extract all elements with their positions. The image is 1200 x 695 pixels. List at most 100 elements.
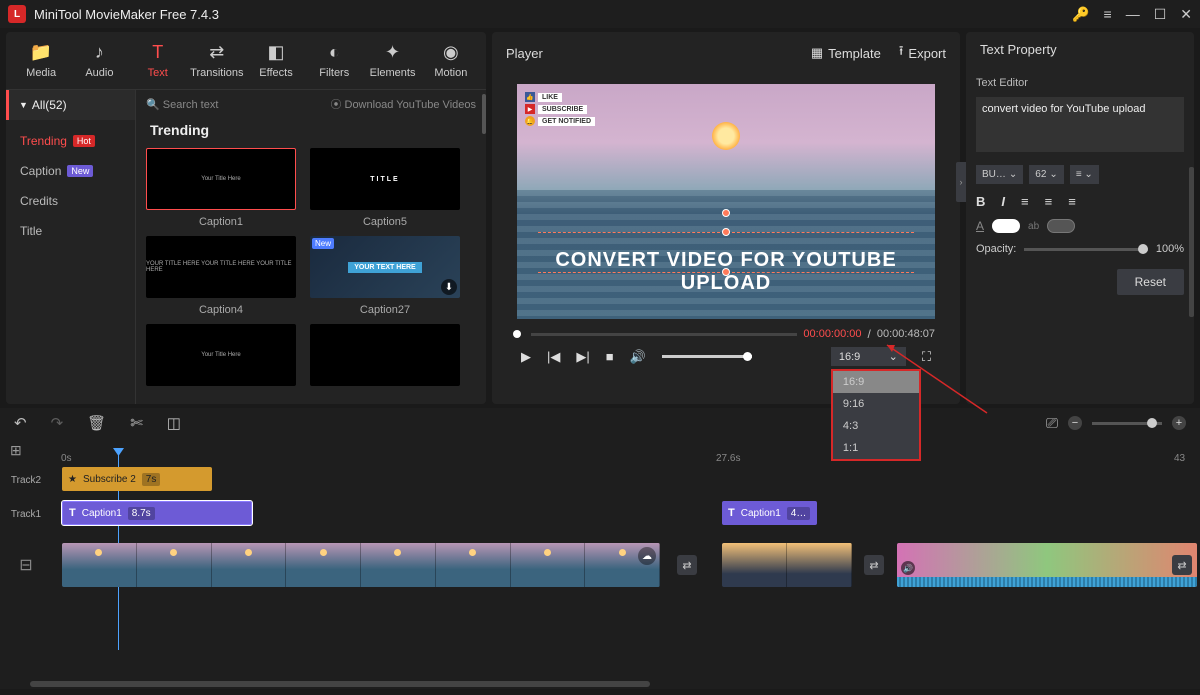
tab-media[interactable]: 📁Media <box>14 36 68 85</box>
template-extra1[interactable]: Your Title Here <box>146 324 296 386</box>
template-caption5[interactable]: TITLE Caption5 <box>310 148 460 228</box>
app-logo: L <box>8 5 26 23</box>
ratio-option-16-9[interactable]: 16:9 <box>833 371 919 393</box>
properties-panel: › Text Property Text Editor BU… ⌄ 62 ⌄ ≡… <box>966 32 1194 404</box>
zoom-in-button[interactable]: + <box>1172 416 1186 430</box>
font-size-select[interactable]: 62 ⌄ <box>1029 165 1064 184</box>
clip-subscribe[interactable]: ★Subscribe 27s <box>62 467 212 491</box>
category-all[interactable]: ▼All(52) <box>6 90 135 120</box>
highlight-toggle[interactable] <box>1047 219 1075 233</box>
next-button[interactable]: ▶| <box>576 349 589 365</box>
transition-button-1[interactable]: ⇄ <box>677 555 697 575</box>
crop-button[interactable]: ◫ <box>167 414 181 432</box>
transition-button-3[interactable]: ⇄ <box>1172 555 1192 575</box>
play-button[interactable]: ▶ <box>521 349 531 365</box>
download-icon[interactable]: ⬇ <box>441 279 457 295</box>
text-icon: T <box>152 42 163 63</box>
export-button[interactable]: ⭱Export <box>899 42 946 64</box>
category-title[interactable]: Title <box>6 216 135 246</box>
template-caption1[interactable]: Your Title Here Caption1 <box>146 148 296 228</box>
snap-button[interactable]: ⎚ <box>1046 415 1058 432</box>
ratio-option-1-1[interactable]: 1:1 <box>833 437 919 459</box>
panel-expand-tab[interactable]: › <box>956 162 966 202</box>
properties-title: Text Property <box>980 42 1057 57</box>
maximize-icon[interactable]: ☐ <box>1154 6 1167 23</box>
category-trending[interactable]: TrendingHot <box>6 126 135 156</box>
font-family-select[interactable]: BU… ⌄ <box>976 165 1023 184</box>
align-right-button[interactable]: ≡ <box>1068 194 1076 209</box>
ratio-option-4-3[interactable]: 4:3 <box>833 415 919 437</box>
template-button[interactable]: ▦Template <box>811 45 881 61</box>
template-caption4[interactable]: YOUR TITLE HERE YOUR TITLE HERE YOUR TIT… <box>146 236 296 316</box>
tab-motion[interactable]: ◉Motion <box>424 36 478 85</box>
tab-filters[interactable]: ◐Filters <box>307 36 361 85</box>
video-clip-2[interactable] <box>722 543 852 587</box>
line-spacing-select[interactable]: ≡ ⌄ <box>1070 165 1099 184</box>
scrubber-track[interactable] <box>531 333 797 336</box>
key-icon[interactable]: 🔑 <box>1072 6 1089 23</box>
clip-caption1-b[interactable]: TCaption14… <box>722 501 817 525</box>
timeline-panel: ↶ ↷ 🗑 ✄ ◫ ⎚ − + ⊞ 0s 27.6s 43 Track2 ★Su… <box>0 408 1200 689</box>
align-left-button[interactable]: ≡ <box>1021 194 1029 209</box>
aspect-ratio-select[interactable]: 16:9⌄ 16:9 9:16 4:3 1:1 <box>831 347 906 366</box>
chevron-down-icon: ⌄ <box>889 350 898 363</box>
bell-icon: 🔔 <box>525 116 535 126</box>
time-total: 00:00:48:07 <box>877 328 935 340</box>
category-caption[interactable]: CaptionNew <box>6 156 135 186</box>
undo-button[interactable]: ↶ <box>14 414 27 432</box>
opacity-slider[interactable] <box>1024 248 1148 251</box>
tab-transitions[interactable]: ⇄Transitions <box>189 36 245 85</box>
search-input[interactable]: 🔍 Search text <box>146 98 218 111</box>
bold-button[interactable]: B <box>976 194 985 209</box>
volume-slider[interactable] <box>662 355 752 358</box>
close-icon[interactable]: ✕ <box>1180 6 1192 23</box>
stop-button[interactable]: ■ <box>606 349 614 364</box>
redo-button[interactable]: ↷ <box>51 414 64 432</box>
text-editor-label: Text Editor <box>976 77 1184 89</box>
tab-effects[interactable]: ◧Effects <box>249 36 303 85</box>
hamburger-icon[interactable]: ≡ <box>1104 6 1112 22</box>
app-title: MiniTool MovieMaker Free 7.4.3 <box>34 7 219 22</box>
tab-text[interactable]: TText <box>131 36 185 85</box>
filters-icon: ◐ <box>329 42 340 63</box>
video-clip-3[interactable]: 🔊 <box>897 543 1197 587</box>
video-track-icon: ⊟ <box>0 555 52 575</box>
timeline-scrollbar[interactable] <box>30 681 650 687</box>
zoom-out-button[interactable]: − <box>1068 416 1082 430</box>
ratio-option-9-16[interactable]: 9:16 <box>833 393 919 415</box>
track1-label: Track1 <box>0 509 52 520</box>
text-content-input[interactable] <box>976 97 1184 152</box>
volume-icon[interactable]: 🔊 <box>630 349 646 365</box>
color-swatch[interactable] <box>992 219 1020 233</box>
reset-button[interactable]: Reset <box>1117 269 1184 295</box>
minimize-icon[interactable]: — <box>1126 6 1140 22</box>
tab-elements[interactable]: ✦Elements <box>365 36 419 85</box>
delete-button[interactable]: 🗑 <box>87 414 106 432</box>
template-caption27[interactable]: NewYOUR TEXT HERE⬇ Caption27 <box>310 236 460 316</box>
fullscreen-button[interactable]: ⛶ <box>922 349 931 365</box>
text-clip-icon: T <box>728 507 735 519</box>
highlight-button[interactable]: ab <box>1028 221 1039 232</box>
text-color-button[interactable]: A <box>976 219 984 233</box>
add-track-button[interactable]: ⊞ <box>10 442 22 459</box>
template-extra2[interactable] <box>310 324 460 386</box>
scrubber-handle[interactable] <box>513 330 521 338</box>
align-center-button[interactable]: ≡ <box>1045 194 1053 209</box>
category-credits[interactable]: Credits <box>6 186 135 216</box>
clip-cloud-icon[interactable]: ☁ <box>638 547 656 565</box>
elements-icon: ✦ <box>385 42 400 63</box>
transition-button-2[interactable]: ⇄ <box>864 555 884 575</box>
zoom-slider[interactable] <box>1092 422 1162 425</box>
asset-scrollbar[interactable] <box>482 94 486 134</box>
split-button[interactable]: ✄ <box>130 414 143 432</box>
download-youtube-link[interactable]: ⦿ Download YouTube Videos <box>330 96 476 112</box>
video-preview[interactable]: 👍LIKE ▶SUBSCRIBE 🔔GET NOTIFIED CONVERT V… <box>517 84 935 319</box>
clip-caption1-a[interactable]: TCaption18.7s <box>62 501 252 525</box>
video-clip-1[interactable]: ☁ <box>62 543 660 587</box>
audio-icon: 🔊 <box>901 561 915 575</box>
italic-button[interactable]: I <box>1001 194 1005 209</box>
tab-audio[interactable]: ♪Audio <box>72 36 126 85</box>
properties-scrollbar[interactable] <box>1189 167 1194 317</box>
prev-button[interactable]: |◀ <box>547 349 560 365</box>
player-title: Player <box>506 46 543 61</box>
